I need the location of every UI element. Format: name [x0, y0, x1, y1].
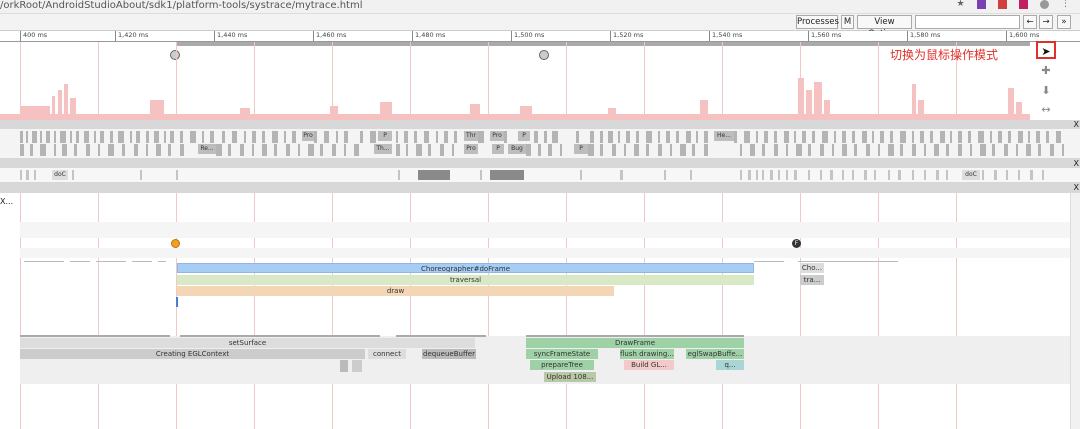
set-surface-slice[interactable]: setSurface — [20, 338, 475, 348]
cpu-slice[interactable]: Th... — [374, 144, 392, 154]
queue-short-slice[interactable]: q... — [716, 360, 744, 370]
mouse-mode-hint: 切换为鼠标操作模式 — [890, 48, 999, 62]
timing-mode-button[interactable]: ↔ — [1036, 101, 1056, 119]
choreographer-slice[interactable]: Choreographer#doFrame — [177, 263, 754, 273]
pan-mode-button[interactable]: ✚ — [1036, 62, 1056, 80]
star-icon[interactable]: ★ — [956, 0, 965, 9]
cpu-slices-track: Pro P Thr Pro P He... Re... Th... Pro P … — [0, 129, 1080, 158]
cpu-slice-stripes — [20, 131, 1064, 156]
ruler-tick: 1,420 ms — [115, 31, 148, 41]
ruler-tick: 1,480 ms — [412, 31, 445, 41]
extension-icon-pink[interactable] — [1019, 0, 1028, 9]
range-handle-left[interactable] — [170, 50, 180, 60]
metadata-button[interactable]: M — [841, 15, 854, 29]
traversal-short-slice[interactable]: tra... — [800, 275, 824, 285]
cpu-activity-graph — [0, 78, 1030, 120]
close-track-icon[interactable]: X — [1074, 120, 1079, 129]
pan-cross-icon: ✚ — [1041, 64, 1051, 77]
close-track-icon[interactable]: X — [1074, 183, 1079, 192]
cpu-slice[interactable]: Thr — [464, 131, 478, 141]
upload-slice[interactable]: Upload 108... — [544, 372, 596, 382]
render-small-slice[interactable] — [340, 360, 348, 372]
choreographer-short-slice[interactable]: Cho... — [800, 263, 824, 273]
ruler-tick: 1,600 ms — [1006, 31, 1039, 41]
cpu-slice[interactable]: He... — [714, 131, 734, 141]
cpu-slice[interactable]: Pro — [464, 144, 478, 154]
search-input[interactable] — [915, 15, 1020, 29]
browser-address-bar[interactable]: /orkRoot/AndroidStudioAbout/sdk1/platfor… — [0, 0, 1080, 14]
traversal-slice[interactable]: traversal — [177, 275, 754, 285]
ruler-tick: 1,500 ms — [511, 31, 544, 41]
processes-button[interactable]: Processes — [796, 15, 839, 29]
doc-track: doC doC — [0, 168, 1080, 182]
cpu-slice[interactable]: P — [492, 144, 504, 154]
frame-marker-f[interactable]: F — [792, 239, 801, 248]
close-track-icon[interactable]: X — [1074, 159, 1079, 168]
trace-toolbar: Processes M View Options ← → » — [0, 14, 1080, 39]
process-header-track: X — [0, 158, 1080, 168]
frames-track — [20, 222, 1070, 238]
profile-avatar-icon[interactable] — [1040, 0, 1049, 9]
ruler-tick: 1,460 ms — [313, 31, 346, 41]
connect-slice[interactable]: connect — [368, 349, 406, 359]
flush-drawing-slice[interactable]: flush drawing... — [620, 349, 674, 359]
doc-slice[interactable]: doC — [52, 170, 68, 180]
draw-slice[interactable]: draw — [177, 286, 614, 296]
thread-label-column: X... — [0, 193, 20, 429]
ruler-tick: 1,580 ms — [907, 31, 940, 41]
prev-button[interactable]: ← — [1023, 15, 1037, 29]
systrace-window: /orkRoot/AndroidStudioAbout/sdk1/platfor… — [0, 0, 1080, 429]
zoom-arrow-icon: ⬇ — [1041, 84, 1051, 97]
dequeue-buffer-slice[interactable]: dequeueBuffer — [422, 349, 476, 359]
time-ruler: 400 ms 1,420 ms 1,440 ms 1,460 ms 1,480 … — [0, 31, 1080, 42]
cpu-slice[interactable]: Pro — [302, 131, 314, 141]
cpu-slice[interactable]: Pro — [490, 131, 504, 141]
more-button[interactable]: » — [1057, 15, 1071, 29]
extension-icon[interactable] — [977, 0, 986, 9]
menu-dots-icon[interactable]: ⋮ — [1061, 0, 1070, 9]
ruler-tick: 1,440 ms — [214, 31, 247, 41]
view-options-button[interactable]: View Options — [857, 15, 912, 39]
select-mode-button[interactable]: ➤ — [1036, 41, 1056, 59]
url-text: /orkRoot/AndroidStudioAbout/sdk1/platfor… — [0, 0, 363, 11]
timing-range-icon: ↔ — [1041, 103, 1051, 116]
doc-slice[interactable]: doC — [962, 170, 980, 180]
frame-alert-marker[interactable] — [171, 239, 180, 248]
ruler-tick: 1,520 ms — [610, 31, 643, 41]
next-button[interactable]: → — [1039, 15, 1053, 29]
cpu-slice[interactable]: Bug — [508, 144, 526, 154]
extension-icon-red[interactable] — [998, 0, 1007, 9]
cursor-arrow-icon: ➤ — [1041, 45, 1051, 58]
browser-icons: ★ ⋮ — [956, 0, 1070, 9]
zoom-mode-button[interactable]: ⬇ — [1036, 82, 1056, 100]
ui-thread-cursor — [176, 297, 178, 307]
vertical-scrollbar[interactable] — [1070, 193, 1080, 429]
creating-egl-slice[interactable]: Creating EGLContext — [20, 349, 365, 359]
doc-track-stripes — [20, 170, 1044, 180]
cpu-slice[interactable]: Re... — [198, 144, 216, 154]
ruler-tick: 1,560 ms — [808, 31, 841, 41]
app-process-header: X — [0, 182, 1080, 193]
cpu-slice[interactable]: P — [378, 131, 392, 141]
render-small-slice[interactable] — [352, 360, 362, 372]
draw-frame-slice[interactable]: DrawFrame — [526, 338, 744, 348]
build-gl-slice[interactable]: Build GL... — [624, 360, 674, 370]
empty-track — [20, 248, 1070, 258]
cpu-slice[interactable]: P — [574, 144, 588, 154]
ruler-tick: 400 ms — [20, 31, 47, 41]
egl-swap-slice[interactable]: eglSwapBuffe... — [686, 349, 744, 359]
sync-frame-state-slice[interactable]: syncFrameState — [526, 349, 598, 359]
cpu-slice[interactable]: P — [518, 131, 530, 141]
range-handle-right[interactable] — [539, 50, 549, 60]
cpu-header-track: X — [0, 120, 1080, 129]
thread-label: X... — [0, 197, 14, 206]
prepare-tree-slice[interactable]: prepareTree — [530, 360, 594, 370]
ruler-tick: 1,540 ms — [709, 31, 742, 41]
